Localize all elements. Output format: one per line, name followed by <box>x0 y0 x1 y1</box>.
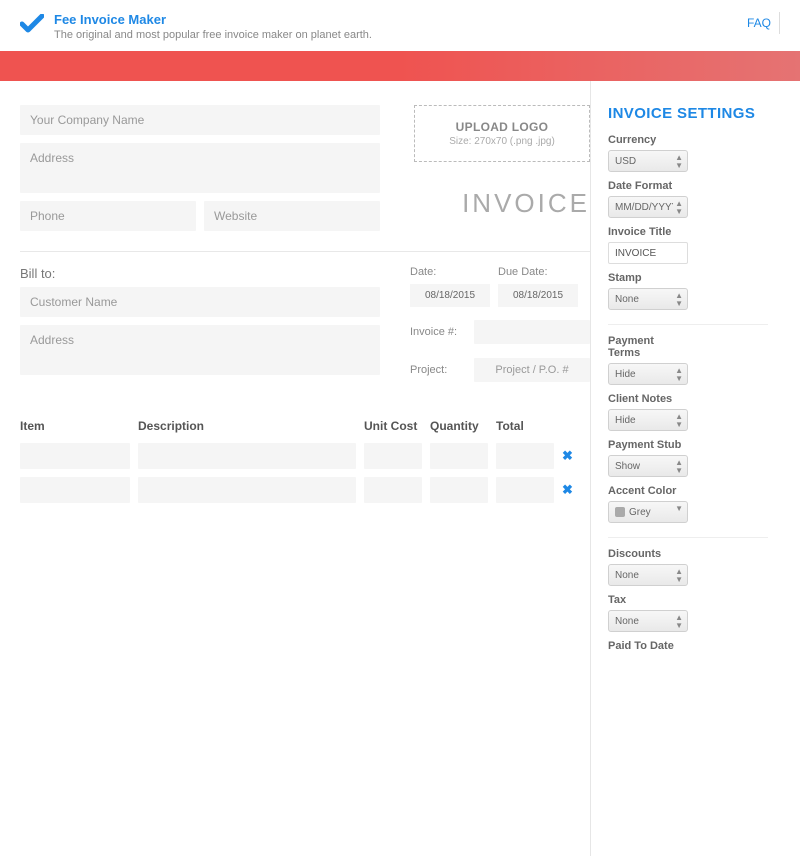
payment-terms-select[interactable]: Hide▲▼ <box>608 363 688 385</box>
client-notes-label: Client Notes <box>608 393 688 405</box>
divider <box>20 251 590 252</box>
delete-row-icon[interactable]: ✖ <box>562 448 573 463</box>
invoice-title-label: Invoice Title <box>608 226 688 238</box>
discounts-label: Discounts <box>608 548 688 560</box>
col-quantity: Quantity <box>430 419 488 433</box>
accent-color-select[interactable]: Grey▼ <box>608 501 688 523</box>
currency-select[interactable]: USD▲▼ <box>608 150 688 172</box>
total-input[interactable] <box>496 477 554 503</box>
chevron-updown-icon: ▲▼ <box>675 568 683 584</box>
line-items-header: Item Description Unit Cost Quantity Tota… <box>20 419 590 433</box>
company-address-input[interactable] <box>20 143 380 193</box>
chevron-updown-icon: ▲▼ <box>675 154 683 170</box>
invoice-heading: INVOICE <box>414 188 590 219</box>
line-item-row: ✖ <box>20 443 590 469</box>
upload-logo-hint: Size: 270x70 (.png .jpg) <box>423 136 581 147</box>
quantity-input[interactable] <box>430 443 488 469</box>
line-item-row: ✖ <box>20 477 590 503</box>
brand-tagline: The original and most popular free invoi… <box>54 29 372 41</box>
quantity-input[interactable] <box>430 477 488 503</box>
col-total: Total <box>496 419 554 433</box>
paid-to-date-label: Paid To Date <box>608 640 768 652</box>
item-input[interactable] <box>20 443 130 469</box>
page-header: Fee Invoice Maker The original and most … <box>0 0 800 51</box>
discounts-select[interactable]: None▲▼ <box>608 564 688 586</box>
website-input[interactable] <box>204 201 380 231</box>
invoice-title-input[interactable] <box>608 242 688 264</box>
client-notes-select[interactable]: Hide▲▼ <box>608 409 688 431</box>
chevron-updown-icon: ▲▼ <box>675 367 683 383</box>
brand-title: Fee Invoice Maker <box>54 12 372 27</box>
settings-title: INVOICE SETTINGS <box>608 105 768 122</box>
faq-link[interactable]: FAQ <box>747 12 780 34</box>
chevron-updown-icon: ▲▼ <box>675 292 683 308</box>
payment-terms-label: Payment Terms <box>608 335 688 359</box>
customer-name-input[interactable] <box>20 287 380 317</box>
chevron-updown-icon: ▲▼ <box>675 413 683 429</box>
col-item: Item <box>20 419 130 433</box>
phone-input[interactable] <box>20 201 196 231</box>
item-input[interactable] <box>20 477 130 503</box>
stamp-select[interactable]: None▲▼ <box>608 288 688 310</box>
total-input[interactable] <box>496 443 554 469</box>
date-format-select[interactable]: MM/DD/YYYY▲▼ <box>608 196 688 218</box>
date-label: Date: <box>410 266 490 278</box>
unit-cost-input[interactable] <box>364 477 422 503</box>
description-input[interactable] <box>138 443 356 469</box>
project-input[interactable] <box>474 358 590 382</box>
payment-stub-select[interactable]: Show▲▼ <box>608 455 688 477</box>
col-unit-cost: Unit Cost <box>364 419 422 433</box>
bill-to-label: Bill to: <box>20 266 380 281</box>
customer-address-input[interactable] <box>20 325 380 375</box>
stamp-label: Stamp <box>608 272 688 284</box>
settings-panel: INVOICE SETTINGS Currency USD▲▼ Date For… <box>590 105 776 656</box>
invoice-no-input[interactable] <box>474 320 590 344</box>
currency-label: Currency <box>608 134 688 146</box>
date-format-label: Date Format <box>608 180 688 192</box>
tax-select[interactable]: None▲▼ <box>608 610 688 632</box>
invoice-no-label: Invoice #: <box>410 326 466 338</box>
upload-logo-area[interactable]: UPLOAD LOGO Size: 270x70 (.png .jpg) <box>414 105 590 162</box>
color-swatch-icon <box>615 507 625 517</box>
invoice-panel: UPLOAD LOGO Size: 270x70 (.png .jpg) INV… <box>20 105 590 656</box>
divider <box>608 324 768 325</box>
brand-block: Fee Invoice Maker The original and most … <box>20 12 372 41</box>
delete-row-icon[interactable]: ✖ <box>562 482 573 497</box>
col-description: Description <box>138 419 356 433</box>
chevron-updown-icon: ▲▼ <box>675 459 683 475</box>
chevron-down-icon: ▼ <box>675 505 683 513</box>
description-input[interactable] <box>138 477 356 503</box>
upload-logo-label: UPLOAD LOGO <box>423 120 581 134</box>
project-label: Project: <box>410 364 466 376</box>
chevron-updown-icon: ▲▼ <box>675 200 683 216</box>
chevron-updown-icon: ▲▼ <box>675 614 683 630</box>
tax-label: Tax <box>608 594 768 606</box>
payment-stub-label: Payment Stub <box>608 439 688 451</box>
date-input[interactable] <box>410 284 490 307</box>
company-name-input[interactable] <box>20 105 380 135</box>
accent-color-label: Accent Color <box>608 485 688 497</box>
unit-cost-input[interactable] <box>364 443 422 469</box>
divider <box>608 537 768 538</box>
checkmark-icon <box>20 14 44 34</box>
due-date-input[interactable] <box>498 284 578 307</box>
accent-bar <box>0 51 800 81</box>
due-date-label: Due Date: <box>498 266 578 278</box>
